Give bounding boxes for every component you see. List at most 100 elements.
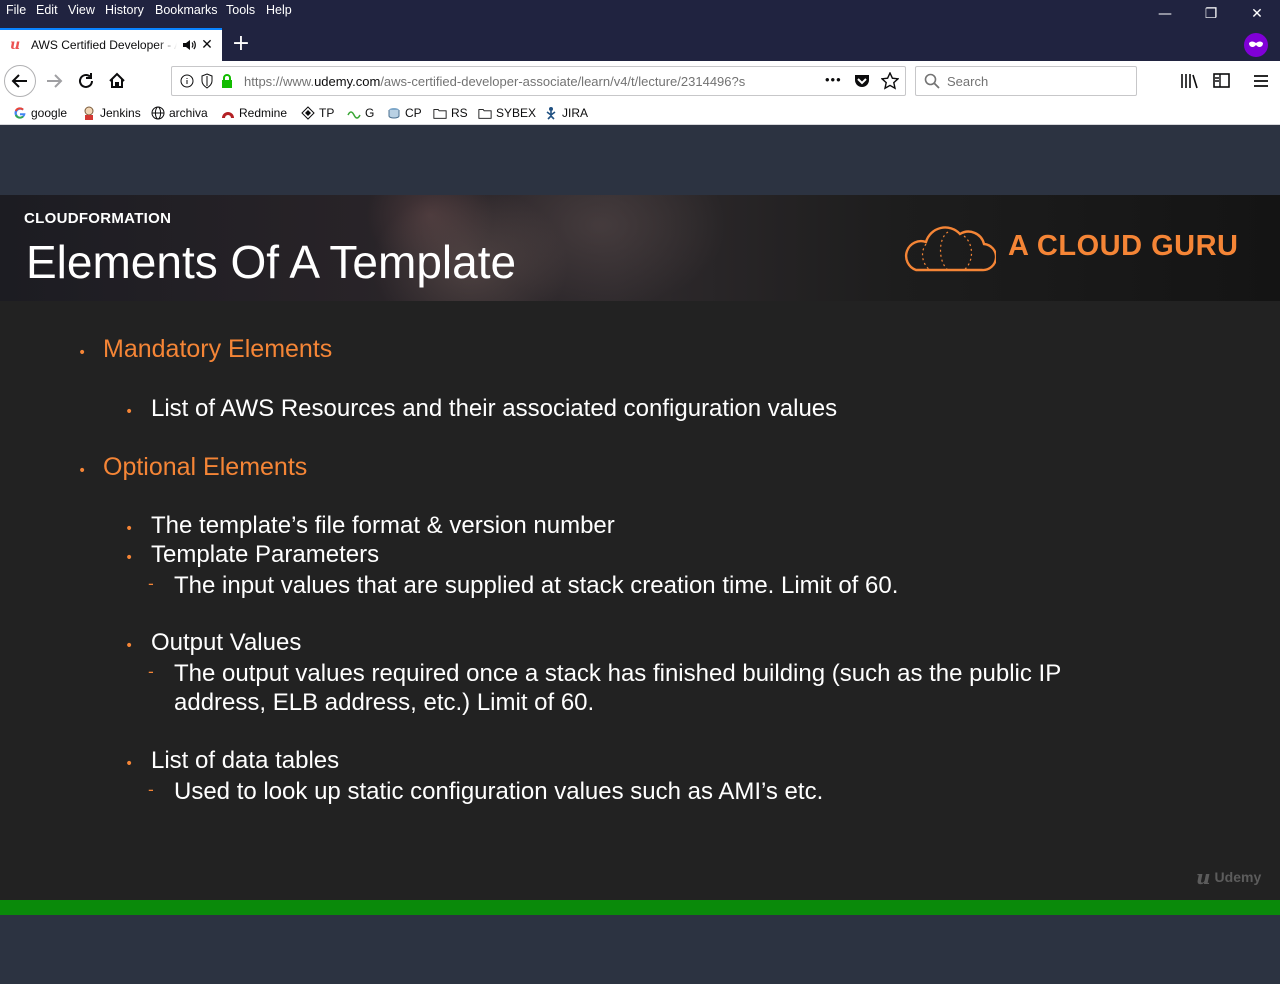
menu-tools[interactable]: Tools (226, 3, 255, 17)
sub-bullet-text-continued: address, ELB address, etc.) Limit of 60. (174, 689, 595, 716)
g-site-icon (347, 111, 361, 119)
sub-bullet-text: Used to look up static configuration val… (174, 778, 824, 805)
bookmark-label: google (31, 106, 68, 120)
bullet-dot: • (78, 345, 87, 361)
server-icon (388, 108, 400, 119)
active-tab[interactable]: u AWS Certified Developer - A ✕ (0, 28, 222, 61)
minimize-button[interactable]: — (1142, 0, 1188, 28)
video-letterbox-top (0, 125, 1280, 195)
slide-section-label: CLOUDFORMATION (24, 210, 172, 227)
back-button[interactable] (4, 65, 36, 97)
bookmark-label: Redmine (239, 106, 288, 120)
bookmark-tp[interactable]: TP (301, 104, 334, 122)
slide-title: Elements Of A Template (26, 236, 517, 288)
globe-icon (151, 106, 165, 120)
lecture-slide[interactable]: CLOUDFORMATION Elements Of A Template A … (0, 195, 1280, 900)
video-letterbox-bottom (0, 915, 1280, 984)
hamburger-menu-icon[interactable] (1251, 72, 1271, 90)
bullet-dot: • (125, 550, 134, 566)
audio-playing-icon[interactable] (182, 39, 196, 51)
search-icon (924, 73, 940, 89)
bookmark-label: RS (451, 106, 468, 120)
forward-button[interactable] (38, 65, 70, 97)
menu-view[interactable]: View (68, 3, 95, 17)
back-arrow-icon (11, 74, 27, 88)
page-actions-button[interactable]: ••• (825, 72, 842, 87)
video-progress-bar[interactable] (0, 900, 1280, 915)
new-tab-button[interactable]: + (230, 32, 252, 56)
menu-history[interactable]: History (105, 3, 144, 17)
bullet-text: Template Parameters (151, 541, 380, 568)
bullet-text: List of data tables (151, 747, 340, 774)
redmine-icon (222, 112, 234, 118)
bookmark-archiva[interactable]: archiva (151, 104, 208, 122)
restore-button[interactable]: ❐ (1188, 0, 1234, 28)
address-bar[interactable]: https://www.udemy.com/aws-certified-deve… (171, 66, 906, 96)
bookmark-label: CP (405, 106, 422, 120)
menu-bar: File Edit View History Bookmarks Tools H… (0, 0, 1280, 22)
menu-edit[interactable]: Edit (36, 3, 58, 17)
bookmark-redmine[interactable]: Redmine (221, 104, 287, 122)
jenkins-icon (84, 106, 94, 120)
slide-header: CLOUDFORMATION Elements Of A Template A … (0, 195, 1280, 301)
url-host: udemy.com (314, 74, 381, 89)
sub-bullet-text: The output values required once a stack … (174, 660, 1062, 687)
private-browsing-icon (1244, 33, 1268, 57)
sidebar-toggle-icon[interactable] (1212, 72, 1232, 90)
menu-file[interactable]: File (6, 3, 26, 17)
home-icon (109, 72, 125, 88)
menu-help[interactable]: Help (266, 3, 292, 17)
folder-icon (433, 109, 447, 119)
bookmark-cp[interactable]: CP (387, 104, 422, 122)
brand-wordmark: A CLOUD GURU (1008, 230, 1239, 262)
pocket-icon[interactable] (853, 73, 871, 89)
forward-arrow-icon (47, 74, 63, 88)
bookmark-folder-rs[interactable]: RS (433, 104, 468, 122)
bullet-dot: • (125, 638, 134, 654)
bullet-text: List of AWS Resources and their associat… (151, 395, 838, 422)
bookmark-jenkins[interactable]: Jenkins (82, 104, 141, 122)
library-icon[interactable] (1180, 72, 1200, 90)
navigation-toolbar: https://www.udemy.com/aws-certified-deve… (0, 61, 1280, 101)
search-bar[interactable]: Search (915, 66, 1137, 96)
home-button[interactable] (101, 65, 133, 97)
secure-lock-icon[interactable] (220, 73, 234, 89)
bookmark-star-icon[interactable] (881, 72, 899, 90)
bookmark-label: TP (319, 106, 335, 120)
diamond-icon (301, 106, 315, 120)
close-window-button[interactable]: ✕ (1234, 0, 1280, 28)
bookmark-label: SYBEX (496, 106, 537, 120)
info-icon[interactable] (180, 74, 194, 88)
udemy-logo-icon: u (1196, 865, 1211, 889)
bullet-text: Mandatory Elements (103, 335, 333, 363)
bookmark-jira[interactable]: JIRA (544, 104, 588, 122)
sub-bullet-dash: - (148, 662, 154, 681)
bookmark-label: JIRA (562, 106, 589, 120)
cloud-logo-icon (904, 226, 996, 272)
jira-icon (546, 107, 556, 120)
menu-bookmarks[interactable]: Bookmarks (155, 3, 218, 17)
bookmark-google[interactable]: google (13, 104, 67, 122)
reload-icon (79, 73, 93, 88)
url-text[interactable]: https://www.udemy.com/aws-certified-deve… (244, 74, 789, 89)
search-input[interactable]: Search (947, 74, 988, 89)
tab-close-icon[interactable]: ✕ (200, 38, 214, 52)
bullet-dot: • (78, 463, 87, 479)
google-icon (14, 107, 26, 119)
udemy-favicon-icon: u (10, 37, 21, 53)
bullet-dot: • (125, 404, 134, 420)
browser-title-bar: File Edit View History Bookmarks Tools H… (0, 0, 1280, 61)
bookmark-g[interactable]: G (347, 104, 374, 122)
tracking-shield-icon[interactable] (200, 73, 214, 89)
tab-title: AWS Certified Developer - A (31, 38, 177, 52)
udemy-watermark-text: Udemy (1214, 869, 1262, 885)
bullet-text: Optional Elements (103, 453, 308, 481)
sub-bullet-dash: - (148, 574, 154, 593)
folder-icon (478, 109, 492, 119)
reload-button[interactable] (70, 65, 102, 97)
bookmarks-toolbar: google Jenkins archiva Redmine TP G CP R… (0, 101, 1280, 125)
bullet-dot: • (125, 521, 134, 537)
bullet-dot: • (125, 756, 134, 772)
url-path: /aws-certified-developer-associate/learn… (380, 74, 746, 89)
bookmark-folder-sybex[interactable]: SYBEX (478, 104, 536, 122)
